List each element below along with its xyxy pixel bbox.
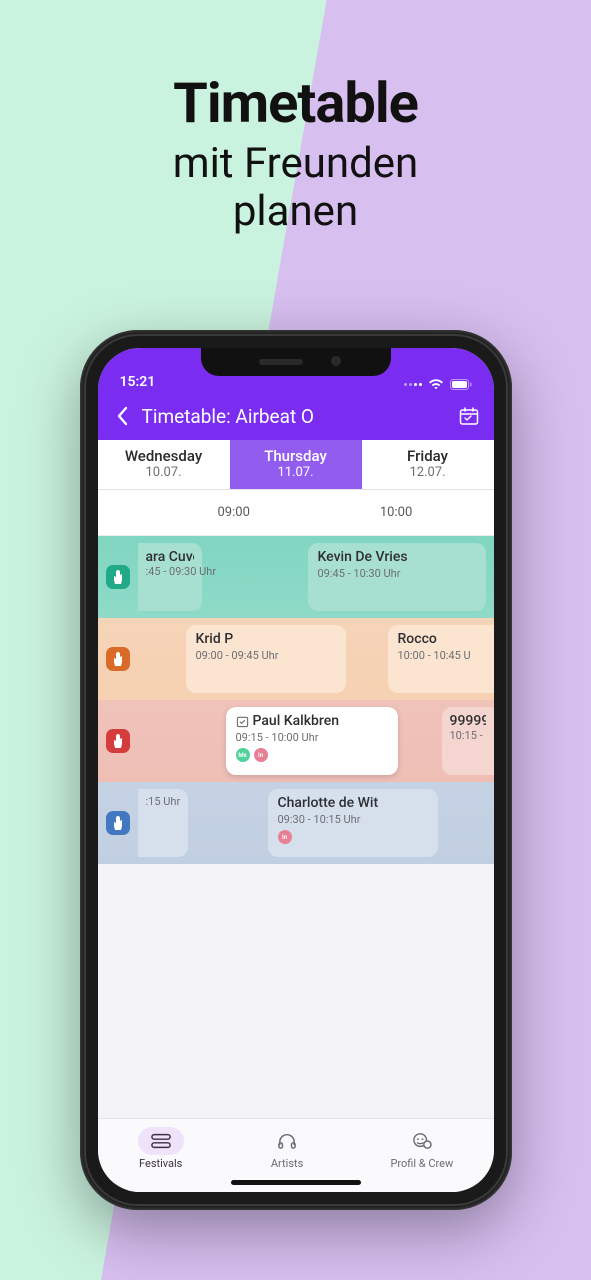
tab-profile-crew[interactable]: Profil & Crew bbox=[390, 1127, 453, 1170]
device-notch bbox=[201, 348, 391, 376]
event-rocco[interactable]: Rocco 10:00 - 10:45 U bbox=[388, 625, 494, 693]
avatar: Mx bbox=[236, 748, 250, 762]
stage-row-2[interactable]: Krid P 09:00 - 09:45 Uhr Rocco 10:00 - 1… bbox=[98, 618, 494, 700]
tab-wednesday[interactable]: Wednesday 10.07. bbox=[98, 440, 230, 489]
tab-thursday[interactable]: Thursday 11.07. bbox=[230, 440, 362, 489]
festivals-icon bbox=[151, 1133, 171, 1149]
signal-icon bbox=[404, 383, 422, 386]
avatar: In bbox=[278, 830, 292, 844]
nav-bar: Timetable: Airbeat O bbox=[98, 392, 494, 440]
tab-artists[interactable]: Artists bbox=[264, 1127, 310, 1170]
stage-row-4[interactable]: :15 Uhr Charlotte de Wit 09:30 - 10:15 U… bbox=[98, 782, 494, 864]
tab-festivals[interactable]: Festivals bbox=[138, 1127, 184, 1170]
event-kevin-de-vries[interactable]: Kevin De Vries 09:45 - 10:30 Uhr bbox=[308, 543, 486, 611]
event-charlotte-de-witte[interactable]: Charlotte de Wit 09:30 - 10:15 Uhr In bbox=[268, 789, 438, 857]
home-indicator[interactable] bbox=[231, 1180, 361, 1185]
phone-frame: 15:21 bbox=[80, 330, 512, 1210]
promo-copy: Timetable mit Freunden planen bbox=[0, 70, 591, 237]
battery-icon bbox=[450, 379, 472, 390]
attendee-avatars: Mx In bbox=[236, 748, 388, 762]
checked-calendar-icon bbox=[236, 715, 249, 728]
drag-handle-icon[interactable] bbox=[106, 729, 130, 753]
stage-row-1[interactable]: ara Cuvé :45 - 09:30 Uhr Kevin De Vries … bbox=[98, 536, 494, 618]
event-next[interactable]: 99999 10:15 - bbox=[442, 707, 494, 775]
page-title: Timetable: Airbeat O bbox=[142, 405, 448, 428]
avatar: In bbox=[254, 748, 268, 762]
time-ruler: 09:00 10:00 bbox=[98, 490, 494, 536]
wifi-icon bbox=[428, 378, 444, 390]
tab-friday[interactable]: Friday 12.07. bbox=[362, 440, 494, 489]
event-krid-p[interactable]: Krid P 09:00 - 09:45 Uhr bbox=[186, 625, 346, 693]
drag-handle-icon[interactable] bbox=[106, 811, 130, 835]
headphones-icon bbox=[277, 1132, 297, 1150]
promo-subtitle: mit Freunden planen bbox=[0, 140, 591, 237]
status-time: 15:21 bbox=[120, 374, 156, 390]
promo-title: Timetable bbox=[0, 70, 591, 136]
drag-handle-icon[interactable] bbox=[106, 647, 130, 671]
event-paul-kalkbrenner[interactable]: Paul Kalkbren 09:15 - 10:00 Uhr Mx In bbox=[226, 707, 398, 775]
attendee-avatars: In bbox=[278, 830, 428, 844]
back-button[interactable] bbox=[110, 406, 134, 426]
event-prev[interactable]: :15 Uhr bbox=[138, 789, 188, 857]
stage-row-3[interactable]: Paul Kalkbren 09:15 - 10:00 Uhr Mx In 99… bbox=[98, 700, 494, 782]
timetable-rows[interactable]: ara Cuvé :45 - 09:30 Uhr Kevin De Vries … bbox=[98, 536, 494, 864]
crew-icon bbox=[412, 1132, 432, 1150]
calendar-button[interactable] bbox=[456, 403, 482, 429]
drag-handle-icon[interactable] bbox=[106, 565, 130, 589]
day-tabs: Wednesday 10.07. Thursday 11.07. Friday … bbox=[98, 440, 494, 490]
event-prev[interactable]: ara Cuvé :45 - 09:30 Uhr bbox=[138, 543, 202, 611]
